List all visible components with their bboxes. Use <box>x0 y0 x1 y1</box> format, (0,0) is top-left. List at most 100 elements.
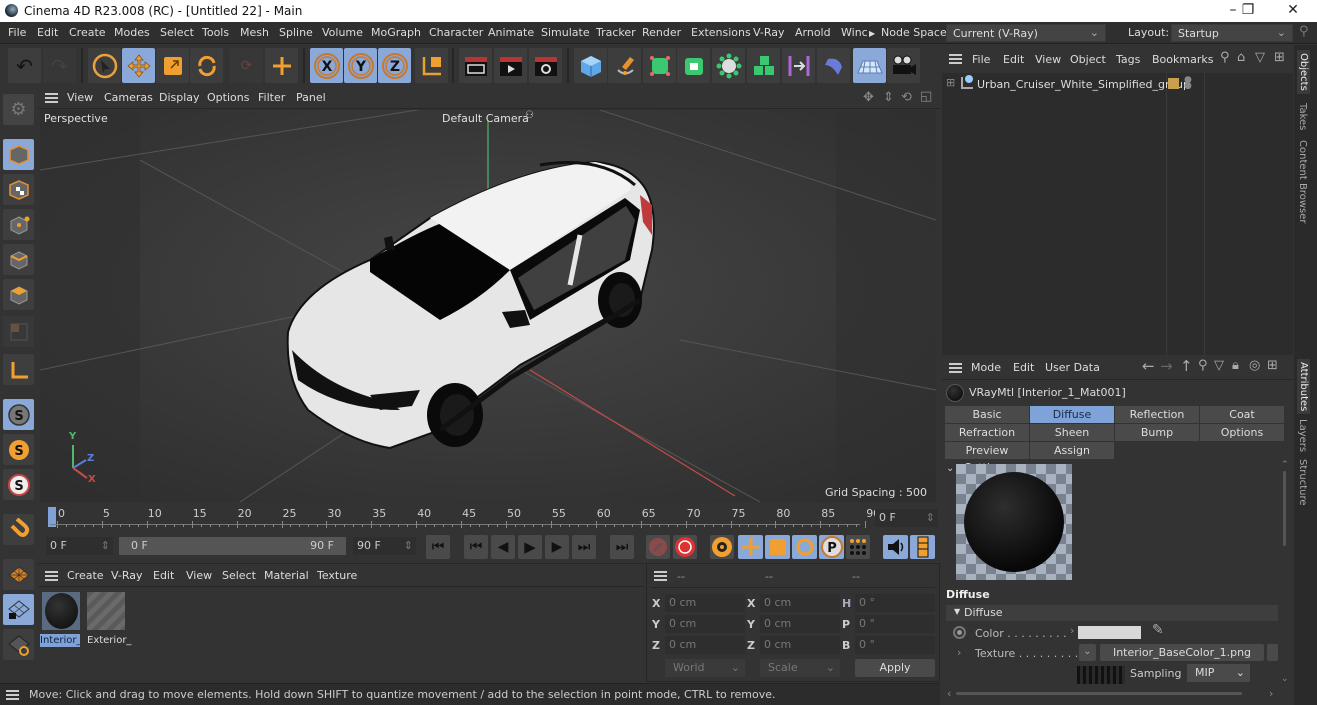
axis-mode-button[interactable] <box>3 354 34 385</box>
material-swatch-exterior[interactable]: Exterior_ <box>85 590 131 647</box>
camera-name-label[interactable]: Default Camera <box>442 112 529 125</box>
uv-mode-button[interactable] <box>3 316 34 347</box>
z-axis-lock-button[interactable]: Z <box>378 48 411 83</box>
play-button[interactable]: ▶ <box>518 535 542 559</box>
cube-button[interactable] <box>574 48 607 83</box>
viewport-menu-cameras[interactable]: Cameras <box>104 91 153 104</box>
tab-preview-settings[interactable]: Preview Settings <box>945 442 1029 474</box>
scroll-up-icon[interactable]: ⌃ <box>1281 460 1289 470</box>
close-button[interactable]: ✕ <box>1278 2 1308 20</box>
go-to-end-button[interactable]: ⏭ <box>610 535 634 559</box>
deformer-button[interactable] <box>782 48 815 83</box>
redo-button[interactable]: ↷ <box>43 48 76 83</box>
menu-spline[interactable]: Spline <box>279 26 313 39</box>
size-y-field[interactable]: 0 cm <box>760 615 840 633</box>
back-arrow-icon[interactable]: ← <box>1142 357 1155 375</box>
render-view-button[interactable] <box>459 48 492 83</box>
tab-bump[interactable]: Bump <box>1115 424 1199 441</box>
menu-animate[interactable]: Animate <box>488 26 534 39</box>
camera-button[interactable] <box>887 48 920 83</box>
coordinates-hamburger-icon[interactable] <box>654 571 667 581</box>
workplane-button[interactable] <box>3 559 34 590</box>
menu-render[interactable]: Render <box>642 26 681 39</box>
menu-extensions[interactable]: Extensions <box>691 26 751 39</box>
stepper-icon[interactable]: ⇕ <box>404 539 413 552</box>
status-hamburger-icon[interactable] <box>6 690 19 700</box>
object-row[interactable]: ⊞ Urban_Cruiser_White_Simplified_group ●… <box>942 75 1293 93</box>
apply-button[interactable]: Apply <box>855 659 935 677</box>
scroll-left-icon[interactable]: ‹ <box>947 687 951 700</box>
menu-select[interactable]: Select <box>160 26 194 39</box>
key-point-level-button[interactable] <box>846 535 870 559</box>
polygons-mode-button[interactable] <box>3 279 34 310</box>
viewport-menu-panel[interactable]: Panel <box>296 91 326 104</box>
rotate-view-icon[interactable]: ⟲ <box>901 90 912 105</box>
field-button[interactable] <box>817 48 850 83</box>
keyframe-selection-button[interactable] <box>710 535 734 559</box>
menu-edit[interactable]: Edit <box>37 26 58 39</box>
objects-menu-file[interactable]: File <box>972 53 990 66</box>
timeline-ruler[interactable]: 0 5 10 15 20 25 30 35 40 45 50 55 60 65 70 75 80 85 90 0 F… <box>40 503 940 533</box>
new-panel-icon[interactable]: ⊞ <box>1274 50 1285 65</box>
scroll-down-icon[interactable]: ⌄ <box>1281 674 1289 684</box>
viewport-menu-filter[interactable]: Filter <box>258 91 285 104</box>
go-to-start-button[interactable]: ⏮ <box>426 535 450 559</box>
menu-tracker[interactable]: Tracker <box>596 26 636 39</box>
scale-tool-button[interactable] <box>156 48 189 83</box>
menu-vray[interactable]: V-Ray <box>753 26 785 39</box>
side-tab-objects[interactable]: Objects <box>1297 50 1310 94</box>
add-object-button[interactable] <box>265 48 298 83</box>
menu-window[interactable]: Winc <box>841 26 868 39</box>
rot-h-field[interactable]: 0 ° <box>855 594 935 612</box>
material-menu-material[interactable]: Material <box>264 569 309 582</box>
material-menu-create[interactable]: Create <box>67 569 104 582</box>
floor-button[interactable] <box>853 48 886 83</box>
next-frame-button[interactable]: ▶ <box>545 535 569 559</box>
menu-simulate[interactable]: Simulate <box>541 26 590 39</box>
texture-file-button[interactable]: Interior_BaseColor_1.png <box>1100 644 1264 661</box>
autokey-button[interactable] <box>673 535 697 559</box>
visibility-dots-icon[interactable]: ● ● <box>1184 76 1192 91</box>
material-menu-edit[interactable]: Edit <box>153 569 174 582</box>
planar-workplane-button[interactable] <box>3 629 34 660</box>
locked-workplane-button[interactable] <box>3 594 34 625</box>
side-tab-structure[interactable]: Structure <box>1297 459 1308 506</box>
tab-coat[interactable]: Coat <box>1200 406 1284 423</box>
y-axis-lock-button[interactable]: Y <box>344 48 377 83</box>
material-menu-hamburger-icon[interactable] <box>45 571 58 581</box>
start-frame-field[interactable]: 0 F ⇕ <box>46 537 113 555</box>
key-parameter-button[interactable]: P <box>819 535 844 559</box>
points-mode-button[interactable] <box>3 209 34 240</box>
texture-options-button[interactable] <box>1267 644 1278 661</box>
objects-menu-object[interactable]: Object <box>1070 53 1106 66</box>
material-menu-select[interactable]: Select <box>222 569 256 582</box>
solo-hierarchy-button[interactable]: S <box>3 434 34 465</box>
menu-create[interactable]: Create <box>69 26 106 39</box>
key-scale-button[interactable] <box>765 535 790 559</box>
expand-arrow-icon[interactable]: › <box>1070 624 1074 637</box>
diffuse-group-header[interactable]: ▼ Diffuse <box>946 605 1278 621</box>
menu-character[interactable]: Character <box>429 26 483 39</box>
expand-arrow-icon[interactable]: › <box>957 646 961 659</box>
filter-icon[interactable]: ▽ <box>1214 358 1224 373</box>
render-settings-button[interactable] <box>529 48 562 83</box>
tab-basic[interactable]: Basic <box>945 406 1029 423</box>
render-picture-viewer-button[interactable] <box>494 48 527 83</box>
up-arrow-icon[interactable]: ↑ <box>1180 357 1193 375</box>
frame-range-slider[interactable]: 0 F 90 F <box>119 537 346 555</box>
tab-refraction[interactable]: Refraction <box>945 424 1029 441</box>
menu-file[interactable]: File <box>8 26 26 39</box>
timeline-button[interactable] <box>910 535 935 559</box>
target-icon[interactable]: ◎ <box>1249 358 1260 373</box>
collapse-preview-icon[interactable]: ⌄ <box>946 463 954 474</box>
rotate-tool-button[interactable] <box>190 48 223 83</box>
size-x-field[interactable]: 0 cm <box>760 594 840 612</box>
viewport-menu-options[interactable]: Options <box>207 91 249 104</box>
objects-menu-bookmarks[interactable]: Bookmarks <box>1152 53 1213 66</box>
menu-modes[interactable]: Modes <box>114 26 150 39</box>
texture-mode-button[interactable] <box>3 174 34 205</box>
attributes-hamburger-icon[interactable] <box>949 363 962 373</box>
horizontal-scrollbar[interactable] <box>956 692 1242 695</box>
transform-mode-select[interactable]: Scale ⌄ <box>760 659 840 677</box>
sampling-select[interactable]: MIP ⌄ <box>1187 664 1250 682</box>
